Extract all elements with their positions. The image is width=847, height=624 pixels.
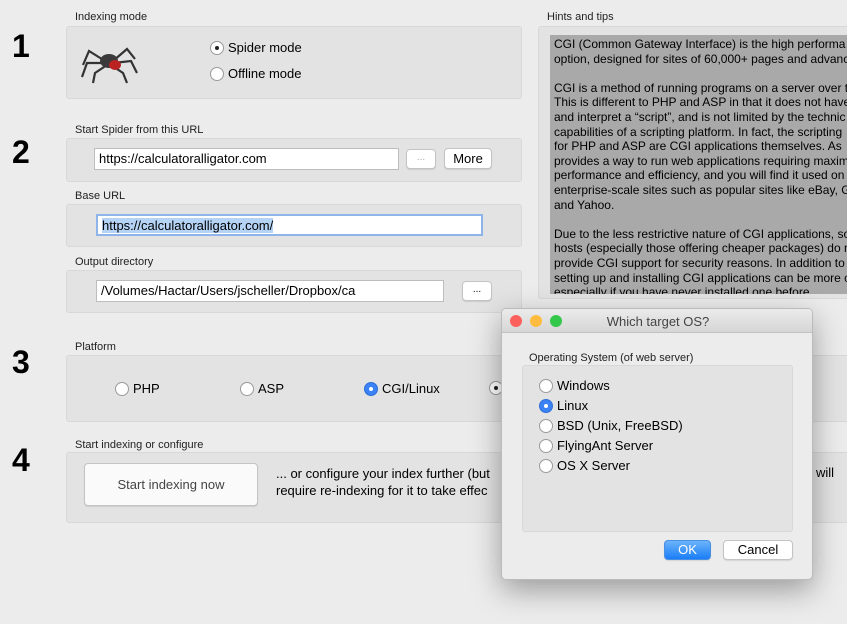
base-url-input[interactable]: https://calculatoralligator.com/ [96,214,483,236]
radio-label: ASP [258,381,285,396]
radio-label: PHP [133,381,160,396]
hints-text[interactable]: CGI (Common Gateway Interface) is the hi… [550,35,847,294]
radio-circle [240,381,254,396]
step-4: 4 [12,442,30,478]
radio-circle [115,381,129,396]
radio-label: BSD (Unix, FreeBSD) [557,418,683,433]
radio-circle [364,381,378,396]
configure-text: ... or configure your index further (but… [276,465,490,499]
radio-circle [539,398,553,413]
radio-label: FlyingAnt Server [557,438,654,453]
spider-icon [80,47,138,84]
radio-flyingant-server[interactable]: FlyingAnt Server [539,438,653,453]
step-1: 1 [12,28,30,64]
start-url-input[interactable]: https://calculatoralligator.com [94,148,399,170]
platform-label: Platform [75,341,116,353]
radio-circle [210,40,224,55]
output-dir-browse-button[interactable]: ... [462,281,492,301]
output-dir-label: Output directory [75,256,154,268]
target-os-dialog: Which target OS? Operating System (of we… [501,308,813,580]
ok-button[interactable]: OK [664,540,711,560]
radio-circle [539,438,553,453]
base-url-label: Base URL [75,190,126,202]
configure-text-line: ... or configure your index further (but [276,466,490,481]
more-button[interactable]: More [444,148,492,169]
radio-asp[interactable]: ASP [240,381,284,396]
start-url-label: Start Spider from this URL [75,124,204,136]
radio-label: Linux [557,398,589,413]
radio-cgi-linux[interactable]: CGI/Linux [364,381,440,396]
dialog-title: Which target OS? [606,314,710,329]
radio-spider-mode[interactable]: Spider mode [210,40,302,55]
dialog-titlebar: Which target OS? [502,309,812,333]
radio-offline-mode[interactable]: Offline mode [210,66,301,81]
step-2: 2 [12,134,30,170]
radio-linux[interactable]: Linux [539,398,588,413]
output-dir-input[interactable]: /Volumes/Hactar/Users/jscheller/Dropbox/… [96,280,444,302]
os-group-label: Operating System (of web server) [529,352,694,364]
os-group: Windows Linux BSD (Unix, FreeBSD) Flying… [522,365,793,532]
radio-label: Offline mode [228,66,302,81]
radio-circle [539,418,553,433]
radio-bsd[interactable]: BSD (Unix, FreeBSD) [539,418,683,433]
radio-circle [539,378,553,393]
radio-label: Windows [557,378,610,393]
start-indexing-button[interactable]: Start indexing now [84,463,258,506]
start-url-browse-button[interactable]: ... [406,149,436,169]
hints-label: Hints and tips [547,11,614,23]
radio-circle [539,458,553,473]
radio-circle [210,66,224,81]
configure-text-line: require re-indexing for it to take effec [276,483,488,498]
radio-label: Spider mode [228,40,302,55]
radio-label: OS X Server [557,458,630,473]
hints-group: CGI (Common Gateway Interface) is the hi… [538,26,847,299]
radio-osx-server[interactable]: OS X Server [539,458,630,473]
configure-text-end: will [816,465,835,480]
start-indexing-label: Start indexing or configure [75,439,204,451]
step-3: 3 [12,344,30,380]
base-url-selection: https://calculatoralligator.com/ [102,218,274,233]
indexing-mode-group: Spider mode Offline mode [66,26,522,99]
radio-php[interactable]: PHP [115,381,160,396]
radio-windows[interactable]: Windows [539,378,610,393]
indexing-mode-label: Indexing mode [75,11,148,23]
cancel-button[interactable]: Cancel [723,540,793,560]
radio-label: CGI/Linux [382,381,440,396]
